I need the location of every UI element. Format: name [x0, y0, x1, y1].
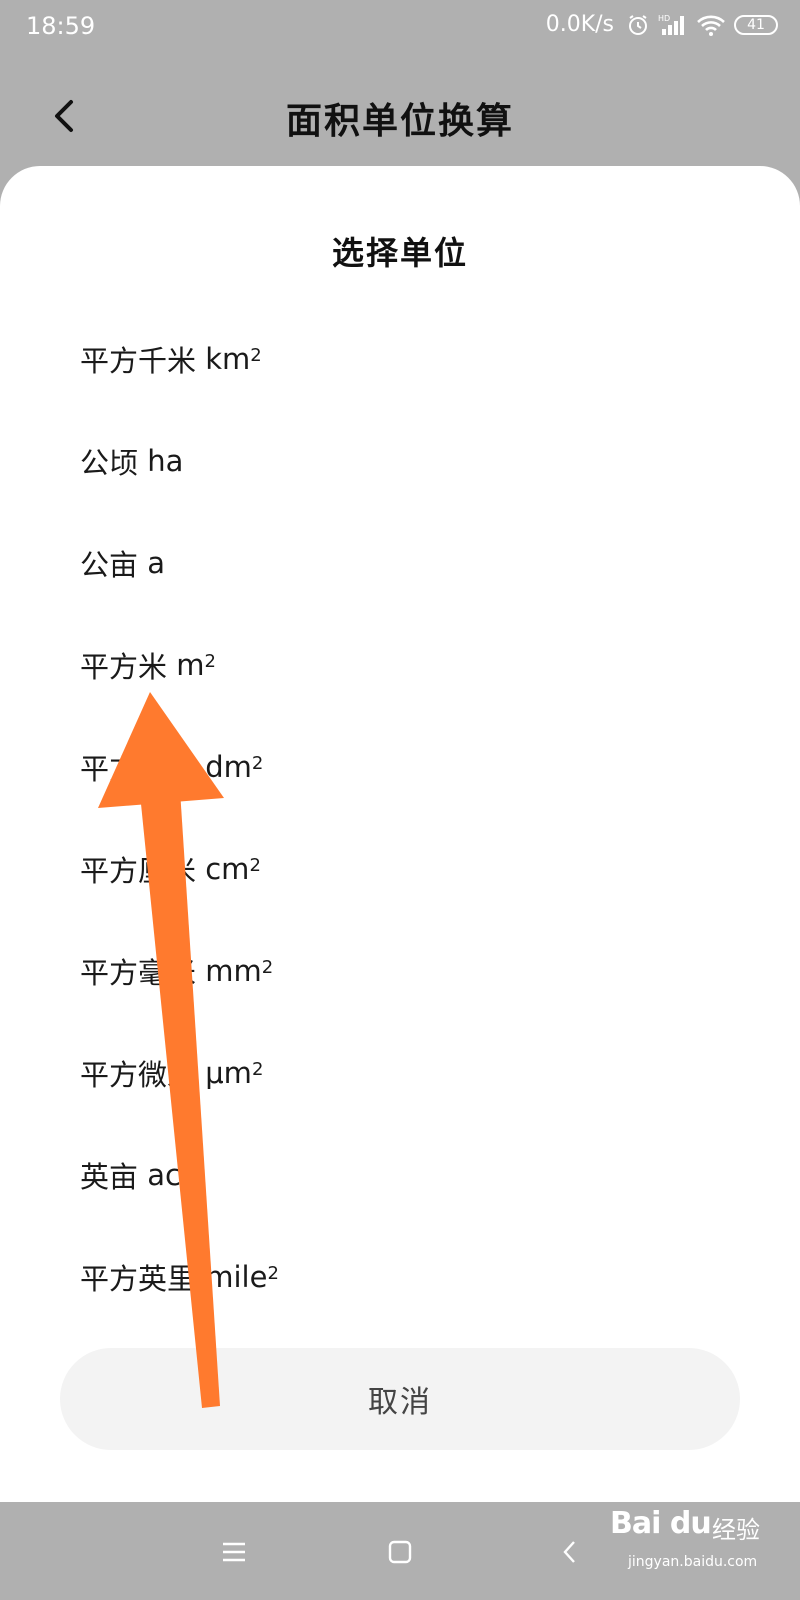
unit-symbol: ha: [147, 444, 184, 478]
unit-exponent: 2: [251, 1058, 264, 1080]
back-chevron-icon: [563, 1541, 575, 1563]
unit-symbol: km: [205, 342, 251, 376]
status-time: 18:59: [26, 12, 96, 40]
unit-name: 公亩: [80, 548, 139, 582]
nav-back-button[interactable]: [548, 1530, 592, 1574]
net-speed: 0.0K/s: [545, 12, 614, 37]
menu-icon: [223, 1542, 245, 1562]
unit-symbol: μm: [205, 1056, 252, 1090]
home-square-icon: [388, 1540, 412, 1564]
unit-exponent: 2: [267, 1262, 279, 1284]
header: 面积单位换算: [0, 70, 800, 164]
wifi-icon: [696, 13, 726, 37]
home-button[interactable]: [378, 1530, 422, 1574]
unit-symbol: mile: [205, 1260, 268, 1294]
unit-item[interactable]: 平方毫米 mm 2: [0, 920, 800, 1022]
unit-item[interactable]: 平方分米 dm 2: [0, 716, 800, 818]
signal-hd-label: HD: [658, 14, 670, 23]
watermark-url: jingyan.baidu.com: [628, 1554, 758, 1570]
page-title: 面积单位换算: [285, 101, 514, 142]
unit-symbol: m: [176, 648, 205, 682]
menu-button[interactable]: [212, 1530, 256, 1574]
unit-list[interactable]: 平方千米 km 2 公顷 ha 公亩 a 平方米 m2 平方分米 dm 2 平方厘米…: [0, 308, 800, 1458]
unit-name: 平方厘米: [80, 854, 197, 888]
unit-item[interactable]: 公亩 a: [0, 512, 800, 614]
unit-symbol: dm: [205, 750, 252, 784]
status-bar: 18:59 0.0K/s HD 41: [0, 0, 800, 56]
unit-item[interactable]: 英亩 ac: [0, 1124, 800, 1226]
unit-exponent: 2: [261, 956, 274, 978]
unit-name: 公顷: [80, 446, 139, 480]
unit-exponent: 2: [250, 344, 262, 366]
battery-icon: 41: [734, 14, 778, 35]
unit-item[interactable]: 平方微米 μm 2: [0, 1022, 800, 1124]
unit-symbol: mm: [205, 954, 262, 988]
unit-name: 平方分米: [80, 752, 197, 786]
watermark-logo: Bai du: [610, 1506, 712, 1541]
unit-name: 英亩: [80, 1160, 139, 1194]
unit-symbol: ac: [147, 1158, 181, 1192]
unit-name: 平方米: [80, 650, 168, 684]
unit-name: 平方千米: [80, 344, 197, 378]
alarm-icon: [626, 13, 650, 37]
sheet-title: 选择单位: [331, 234, 468, 272]
unit-name: 平方微米: [80, 1058, 197, 1092]
signal-icon: HD: [658, 13, 688, 37]
baidu-watermark: Bai du 经验 jingyan.baidu.com: [610, 1500, 760, 1590]
unit-picker-sheet: 选择单位 平方千米 km 2 公顷 ha 公亩 a 平方米 m2 平方分米 dm 2…: [0, 166, 800, 1502]
watermark-text: 经验: [712, 1516, 760, 1544]
unit-exponent: 2: [204, 650, 216, 672]
unit-item[interactable]: 平方厘米 cm 2: [0, 818, 800, 920]
unit-symbol: cm: [205, 852, 250, 886]
unit-symbol: a: [147, 546, 166, 580]
status-right-group: 0.0K/s HD 41: [546, 12, 778, 37]
unit-item[interactable]: 平方米 m2: [0, 614, 800, 716]
unit-exponent: 2: [251, 752, 264, 774]
cancel-button[interactable]: 取消: [60, 1348, 740, 1450]
unit-item[interactable]: 平方千米 km 2: [0, 308, 800, 410]
unit-name: 平方毫米: [80, 956, 197, 990]
unit-item[interactable]: 公顷 ha: [0, 410, 800, 512]
unit-name: 平方英里: [80, 1262, 197, 1296]
unit-exponent: 2: [249, 854, 261, 876]
